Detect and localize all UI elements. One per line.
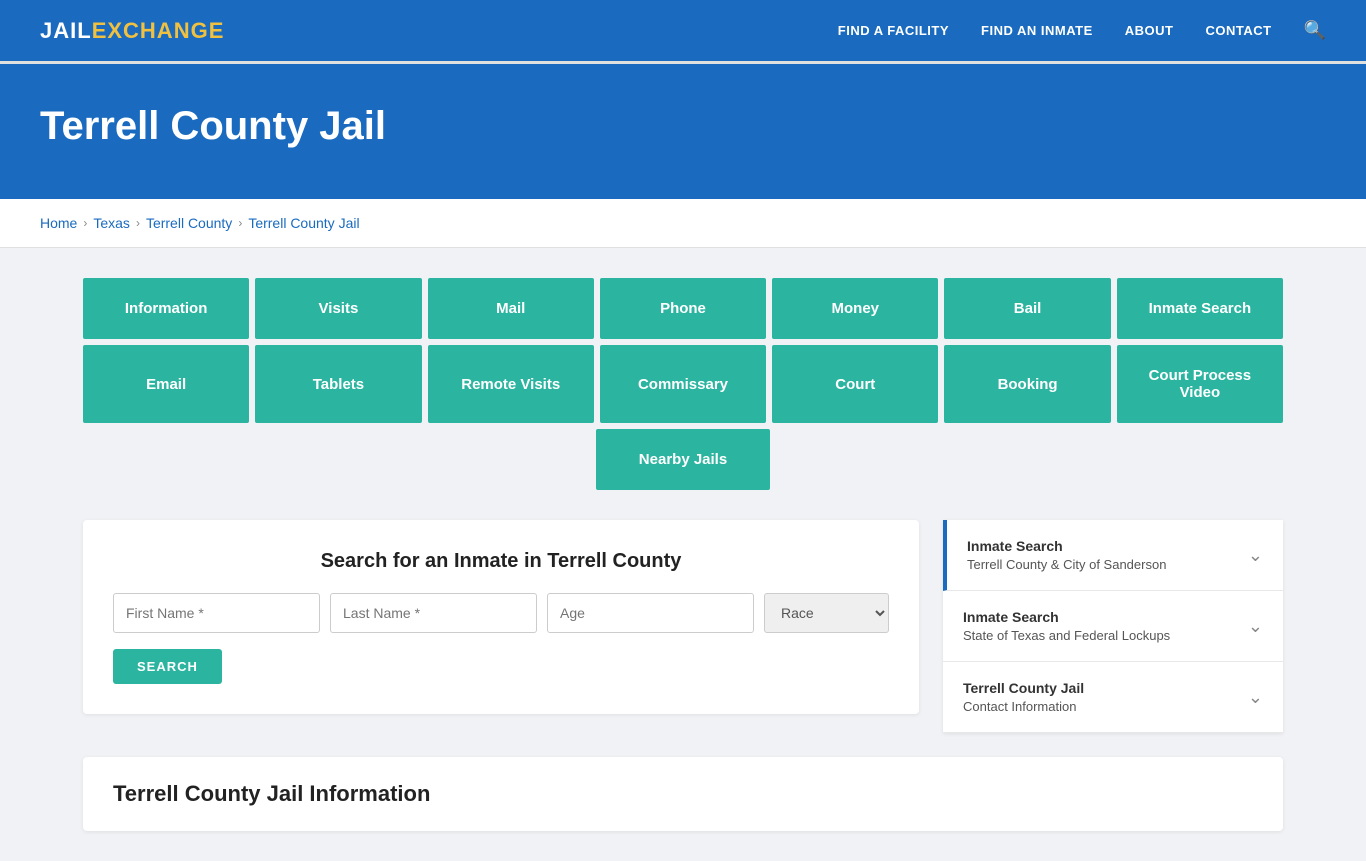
btn-court[interactable]: Court xyxy=(772,345,938,423)
sidebar-inmate-search-local[interactable]: Inmate Search Terrell County & City of S… xyxy=(943,520,1283,591)
nav-about[interactable]: ABOUT xyxy=(1125,23,1174,38)
chevron-down-icon-1: ⌄ xyxy=(1248,545,1263,566)
btn-mail[interactable]: Mail xyxy=(428,278,594,339)
grid-row-2: Email Tablets Remote Visits Commissary C… xyxy=(83,345,1283,423)
chevron-down-icon-2: ⌄ xyxy=(1248,616,1263,637)
nav-links: FIND A FACILITY FIND AN INMATE ABOUT CON… xyxy=(838,20,1326,41)
sidebar-item-2-title: Inmate Search xyxy=(963,609,1170,625)
search-panel: Search for an Inmate in Terrell County R… xyxy=(83,520,919,714)
navbar: JAILEXCHANGE FIND A FACILITY FIND AN INM… xyxy=(0,0,1366,64)
logo-jail: JAIL xyxy=(40,18,92,43)
sidebar-item-3-subtitle: Contact Information xyxy=(963,699,1084,714)
page-title: Terrell County Jail xyxy=(40,104,1326,149)
age-input[interactable] xyxy=(547,593,754,633)
sidebar: Inmate Search Terrell County & City of S… xyxy=(943,520,1283,733)
logo-exchange: EXCHANGE xyxy=(92,18,225,43)
btn-visits[interactable]: Visits xyxy=(255,278,421,339)
info-title: Terrell County Jail Information xyxy=(113,781,1253,807)
lower-section: Search for an Inmate in Terrell County R… xyxy=(83,520,1283,733)
grid-row-3: Nearby Jails xyxy=(83,429,1283,490)
breadcrumb-bar: Home › Texas › Terrell County › Terrell … xyxy=(0,199,1366,248)
sidebar-inmate-search-state[interactable]: Inmate Search State of Texas and Federal… xyxy=(943,591,1283,662)
logo: JAILEXCHANGE xyxy=(40,18,224,44)
btn-phone[interactable]: Phone xyxy=(600,278,766,339)
nav-find-inmate[interactable]: FIND AN INMATE xyxy=(981,23,1093,38)
search-title: Search for an Inmate in Terrell County xyxy=(113,550,889,573)
btn-tablets[interactable]: Tablets xyxy=(255,345,421,423)
race-select[interactable]: Race White Black Hispanic Asian Other xyxy=(764,593,889,633)
btn-email[interactable]: Email xyxy=(83,345,249,423)
breadcrumb-sep-3: › xyxy=(238,216,242,230)
breadcrumb-sep-1: › xyxy=(83,216,87,230)
breadcrumb-terrell-county[interactable]: Terrell County xyxy=(146,215,232,231)
btn-information[interactable]: Information xyxy=(83,278,249,339)
nav-contact[interactable]: CONTACT xyxy=(1205,23,1271,38)
main-content: Information Visits Mail Phone Money Bail… xyxy=(43,248,1323,861)
search-icon[interactable]: 🔍 xyxy=(1304,20,1326,41)
btn-nearby-jails[interactable]: Nearby Jails xyxy=(596,429,770,490)
btn-inmate-search[interactable]: Inmate Search xyxy=(1117,278,1283,339)
btn-booking[interactable]: Booking xyxy=(944,345,1110,423)
sidebar-contact-info[interactable]: Terrell County Jail Contact Information … xyxy=(943,662,1283,733)
hero-section: Terrell County Jail xyxy=(0,64,1366,199)
breadcrumb-home[interactable]: Home xyxy=(40,215,77,231)
breadcrumb: Home › Texas › Terrell County › Terrell … xyxy=(40,215,1326,231)
search-button[interactable]: SEARCH xyxy=(113,649,222,684)
last-name-input[interactable] xyxy=(330,593,537,633)
first-name-input[interactable] xyxy=(113,593,320,633)
btn-money[interactable]: Money xyxy=(772,278,938,339)
btn-commissary[interactable]: Commissary xyxy=(600,345,766,423)
sidebar-item-1-subtitle: Terrell County & City of Sanderson xyxy=(967,557,1166,572)
sidebar-item-1-title: Inmate Search xyxy=(967,538,1166,554)
breadcrumb-texas[interactable]: Texas xyxy=(93,215,130,231)
sidebar-item-2-subtitle: State of Texas and Federal Lockups xyxy=(963,628,1170,643)
sidebar-item-3-title: Terrell County Jail xyxy=(963,680,1084,696)
btn-remote-visits[interactable]: Remote Visits xyxy=(428,345,594,423)
chevron-down-icon-3: ⌄ xyxy=(1248,687,1263,708)
search-fields: Race White Black Hispanic Asian Other xyxy=(113,593,889,633)
breadcrumb-sep-2: › xyxy=(136,216,140,230)
nav-find-facility[interactable]: FIND A FACILITY xyxy=(838,23,949,38)
breadcrumb-current: Terrell County Jail xyxy=(248,215,359,231)
btn-bail[interactable]: Bail xyxy=(944,278,1110,339)
info-section: Terrell County Jail Information xyxy=(83,757,1283,831)
grid-row-1: Information Visits Mail Phone Money Bail… xyxy=(83,278,1283,339)
btn-court-process-video[interactable]: Court Process Video xyxy=(1117,345,1283,423)
